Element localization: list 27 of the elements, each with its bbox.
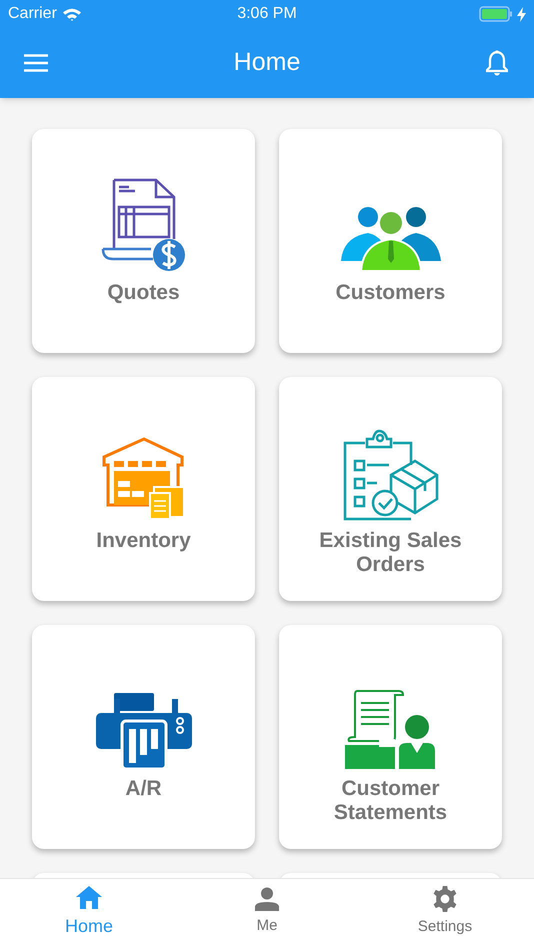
person-icon <box>255 887 279 912</box>
settings-icon <box>432 886 458 912</box>
tab[interactable]: Me <box>178 879 356 950</box>
carrier-label: Carrier <box>8 4 57 24</box>
page-title: Home <box>234 47 300 78</box>
person-document-icon <box>344 689 436 769</box>
menu-tile[interactable]: A/R <box>32 625 255 849</box>
menu-tile[interactable]: Existing Sales Orders <box>279 377 502 601</box>
tab[interactable]: Home <box>0 879 178 950</box>
tab[interactable]: Settings <box>356 879 534 950</box>
printer-icon <box>96 693 192 769</box>
clipboard-box-icon <box>342 429 438 521</box>
menu-tile[interactable]: Quotes <box>32 129 255 353</box>
menu-icon <box>24 54 48 72</box>
bell-icon <box>486 50 508 76</box>
menu-tile[interactable]: Inventory <box>32 377 255 601</box>
charging-bolt-icon <box>517 6 526 22</box>
battery-icon <box>479 6 513 22</box>
menu-tile[interactable]: Customers <box>279 129 502 353</box>
notifications-button[interactable] <box>484 50 510 76</box>
wifi-icon <box>62 8 81 20</box>
clock-time: 3:06 PM <box>237 4 297 24</box>
warehouse-icon <box>102 435 186 521</box>
menu-tile[interactable]: Customer Statements <box>279 625 502 849</box>
invoice-dollar-icon <box>100 177 186 273</box>
menu-button[interactable] <box>24 53 50 73</box>
home-icon <box>76 885 102 909</box>
